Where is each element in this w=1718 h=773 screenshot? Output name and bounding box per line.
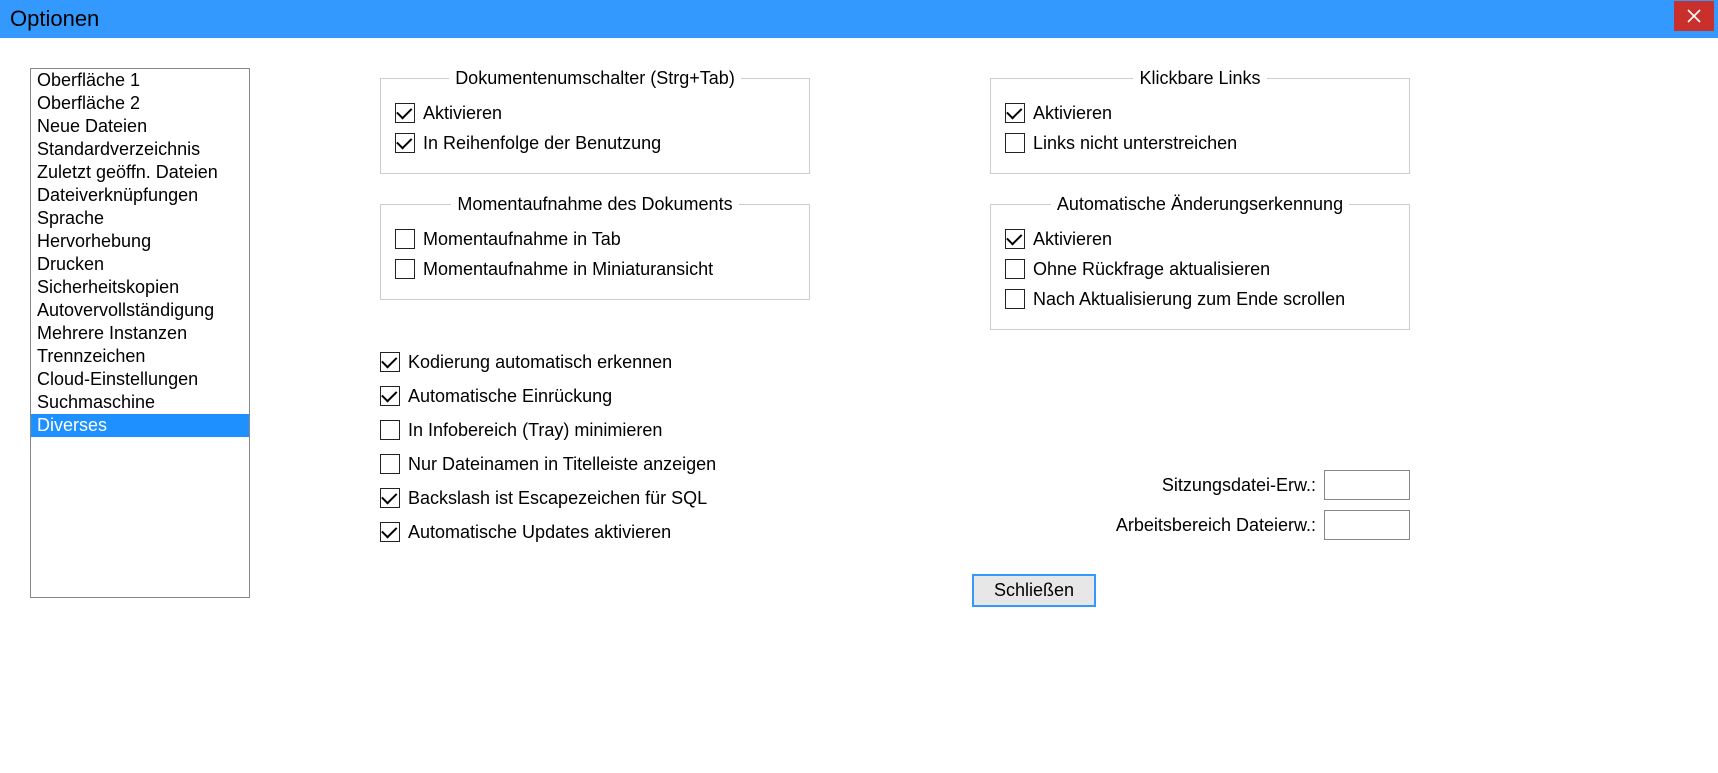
standalone-row: Nur Dateinamen in Titelleiste anzeigen xyxy=(380,452,810,476)
group-clickable-links: Klickbare Links Aktivieren Links nicht un… xyxy=(990,68,1410,174)
snapshot-row: Momentaufnahme in Miniaturansicht xyxy=(395,257,795,281)
standalone-checkbox[interactable] xyxy=(380,352,400,372)
standalone-checkbox[interactable] xyxy=(380,420,400,440)
workspace-ext-input[interactable] xyxy=(1324,510,1410,540)
doc-switcher-checkbox[interactable] xyxy=(395,133,415,153)
clickable-links-checkbox[interactable] xyxy=(1005,103,1025,123)
listbox-item[interactable]: Diverses xyxy=(31,414,249,437)
group-snapshot: Momentaufnahme des Dokuments Momentaufna… xyxy=(380,194,810,300)
standalone-label[interactable]: Automatische Einrückung xyxy=(408,384,612,408)
dialog-body: Oberfläche 1Oberfläche 2Neue DateienStan… xyxy=(0,38,1718,627)
session-ext-row: Sitzungsdatei-Erw.: xyxy=(990,470,1410,500)
right-column: Klickbare Links Aktivieren Links nicht un… xyxy=(990,68,1410,554)
standalone-checkbox[interactable] xyxy=(380,386,400,406)
doc-switcher-checkbox[interactable] xyxy=(395,103,415,123)
window-title: Optionen xyxy=(10,6,99,32)
main-area: Dokumentenumschalter (Strg+Tab) Aktivier… xyxy=(380,68,1688,607)
group-auto-change-legend: Automatische Änderungserkennung xyxy=(1051,194,1349,215)
snapshot-row: Momentaufnahme in Tab xyxy=(395,227,795,251)
listbox-item[interactable]: Autovervollständigung xyxy=(31,299,249,322)
snapshot-checkbox[interactable] xyxy=(395,259,415,279)
listbox-item[interactable]: Oberfläche 2 xyxy=(31,92,249,115)
titlebar: Optionen xyxy=(0,0,1718,38)
session-ext-label: Sitzungsdatei-Erw.: xyxy=(1162,475,1316,496)
group-auto-change: Automatische Änderungserkennung Aktivier… xyxy=(990,194,1410,330)
close-dialog-button[interactable]: Schließen xyxy=(972,574,1096,607)
standalone-row: Backslash ist Escapezeichen für SQL xyxy=(380,486,810,510)
extension-inputs: Sitzungsdatei-Erw.: Arbeitsbereich Datei… xyxy=(990,460,1410,550)
standalone-label[interactable]: Kodierung automatisch erkennen xyxy=(408,350,672,374)
clickable-links-label[interactable]: Aktivieren xyxy=(1033,101,1112,125)
snapshot-label[interactable]: Momentaufnahme in Miniaturansicht xyxy=(423,257,713,281)
auto-change-row: Nach Aktualisierung zum Ende scrollen xyxy=(1005,287,1395,311)
close-button[interactable] xyxy=(1674,1,1714,31)
doc-switcher-label[interactable]: In Reihenfolge der Benutzung xyxy=(423,131,661,155)
group-clickable-links-legend: Klickbare Links xyxy=(1133,68,1266,89)
auto-change-checkbox[interactable] xyxy=(1005,259,1025,279)
listbox-item[interactable]: Dateiverknüpfungen xyxy=(31,184,249,207)
snapshot-checkbox[interactable] xyxy=(395,229,415,249)
clickable-links-row: Aktivieren xyxy=(1005,101,1395,125)
left-column: Dokumentenumschalter (Strg+Tab) Aktivier… xyxy=(380,68,810,554)
standalone-checks: Kodierung automatisch erkennen Automatisc… xyxy=(380,340,810,554)
auto-change-label[interactable]: Nach Aktualisierung zum Ende scrollen xyxy=(1033,287,1345,311)
auto-change-row: Ohne Rückfrage aktualisieren xyxy=(1005,257,1395,281)
standalone-row: Automatische Updates aktivieren xyxy=(380,520,810,544)
standalone-label[interactable]: Nur Dateinamen in Titelleiste anzeigen xyxy=(408,452,716,476)
standalone-checkbox[interactable] xyxy=(380,454,400,474)
standalone-checkbox[interactable] xyxy=(380,522,400,542)
auto-change-label[interactable]: Ohne Rückfrage aktualisieren xyxy=(1033,257,1270,281)
listbox-item[interactable]: Hervorhebung xyxy=(31,230,249,253)
doc-switcher-row: In Reihenfolge der Benutzung xyxy=(395,131,795,155)
standalone-row: Automatische Einrückung xyxy=(380,384,810,408)
listbox-item[interactable]: Drucken xyxy=(31,253,249,276)
category-listbox[interactable]: Oberfläche 1Oberfläche 2Neue DateienStan… xyxy=(30,68,250,598)
listbox-item[interactable]: Oberfläche 1 xyxy=(31,69,249,92)
standalone-row: Kodierung automatisch erkennen xyxy=(380,350,810,374)
listbox-item[interactable]: Standardverzeichnis xyxy=(31,138,249,161)
clickable-links-row: Links nicht unterstreichen xyxy=(1005,131,1395,155)
listbox-item[interactable]: Trennzeichen xyxy=(31,345,249,368)
standalone-label[interactable]: Automatische Updates aktivieren xyxy=(408,520,671,544)
standalone-label[interactable]: Backslash ist Escapezeichen für SQL xyxy=(408,486,707,510)
listbox-item[interactable]: Sprache xyxy=(31,207,249,230)
button-row: Schließen xyxy=(380,574,1688,607)
listbox-item[interactable]: Sicherheitskopien xyxy=(31,276,249,299)
auto-change-label[interactable]: Aktivieren xyxy=(1033,227,1112,251)
listbox-item[interactable]: Mehrere Instanzen xyxy=(31,322,249,345)
listbox-item[interactable]: Suchmaschine xyxy=(31,391,249,414)
session-ext-input[interactable] xyxy=(1324,470,1410,500)
auto-change-checkbox[interactable] xyxy=(1005,289,1025,309)
listbox-item[interactable]: Neue Dateien xyxy=(31,115,249,138)
doc-switcher-row: Aktivieren xyxy=(395,101,795,125)
auto-change-row: Aktivieren xyxy=(1005,227,1395,251)
clickable-links-label[interactable]: Links nicht unterstreichen xyxy=(1033,131,1237,155)
listbox-item[interactable]: Cloud-Einstellungen xyxy=(31,368,249,391)
standalone-label[interactable]: In Infobereich (Tray) minimieren xyxy=(408,418,662,442)
standalone-row: In Infobereich (Tray) minimieren xyxy=(380,418,810,442)
workspace-ext-label: Arbeitsbereich Dateierw.: xyxy=(1116,515,1316,536)
auto-change-checkbox[interactable] xyxy=(1005,229,1025,249)
snapshot-label[interactable]: Momentaufnahme in Tab xyxy=(423,227,621,251)
doc-switcher-label[interactable]: Aktivieren xyxy=(423,101,502,125)
group-snapshot-legend: Momentaufnahme des Dokuments xyxy=(451,194,738,215)
workspace-ext-row: Arbeitsbereich Dateierw.: xyxy=(990,510,1410,540)
group-doc-switcher-legend: Dokumentenumschalter (Strg+Tab) xyxy=(449,68,741,89)
close-icon xyxy=(1687,9,1701,23)
listbox-item[interactable]: Zuletzt geöffn. Dateien xyxy=(31,161,249,184)
standalone-checkbox[interactable] xyxy=(380,488,400,508)
clickable-links-checkbox[interactable] xyxy=(1005,133,1025,153)
group-doc-switcher: Dokumentenumschalter (Strg+Tab) Aktivier… xyxy=(380,68,810,174)
